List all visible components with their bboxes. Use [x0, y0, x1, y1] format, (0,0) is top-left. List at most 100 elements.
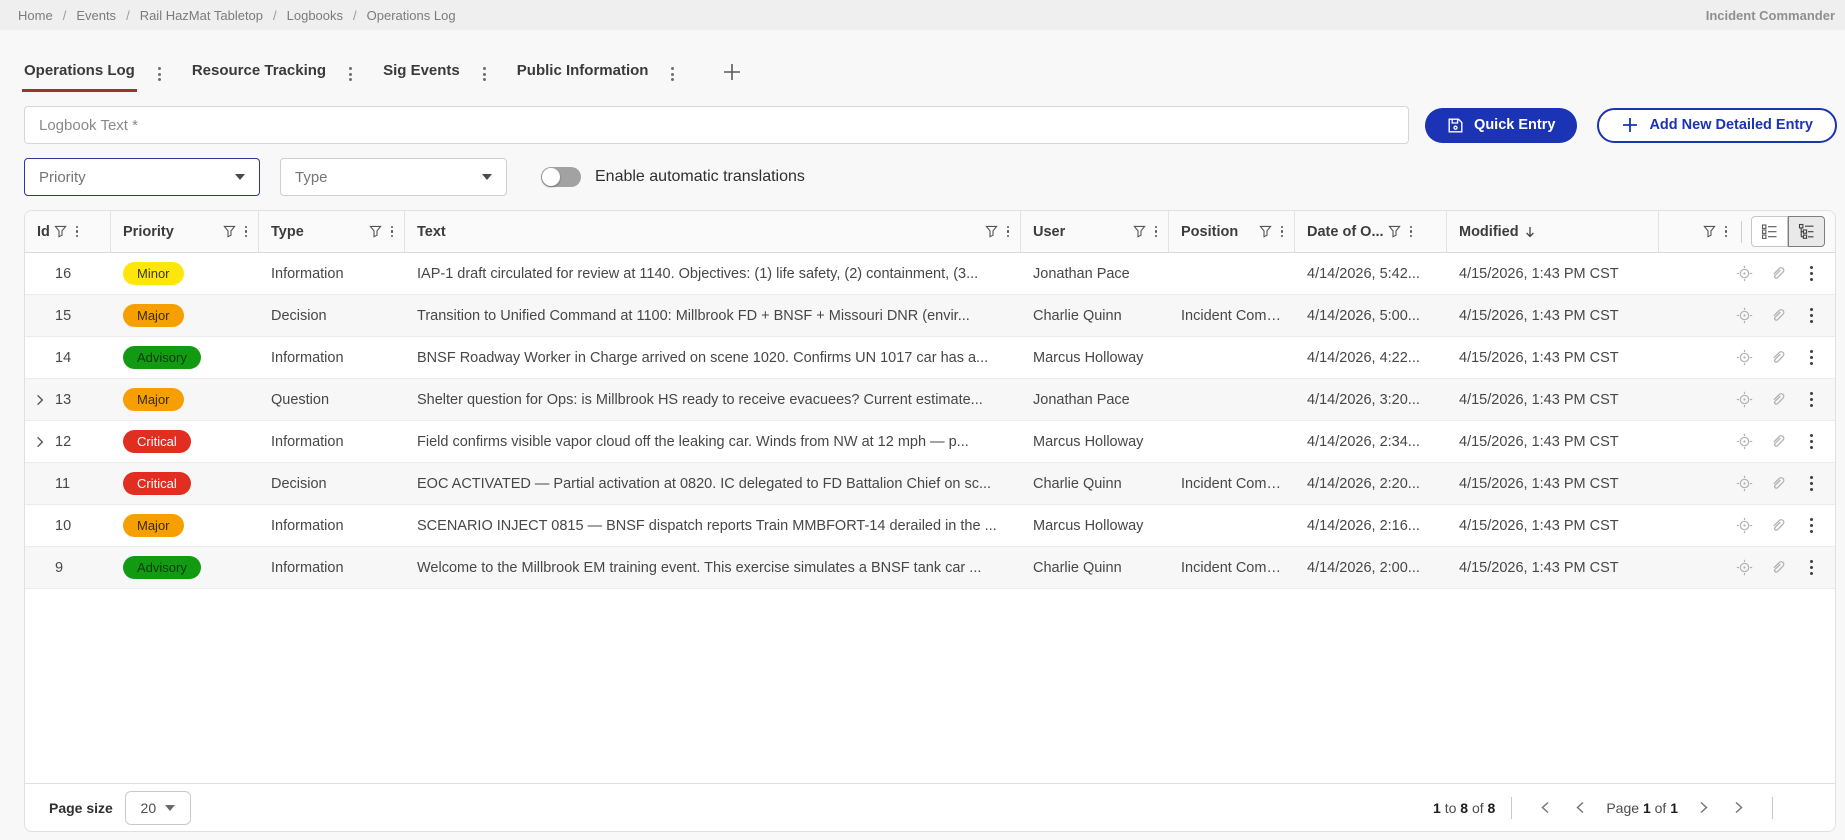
logbook-text-input[interactable]: [24, 106, 1409, 144]
tab-menu-icon[interactable]: [155, 64, 164, 84]
column-header-user[interactable]: User: [1021, 211, 1169, 252]
tab-operations-log[interactable]: Operations Log: [22, 56, 137, 92]
locate-icon[interactable]: [1736, 559, 1753, 576]
column-menu-icon[interactable]: [1276, 222, 1289, 242]
attachment-icon[interactable]: [1770, 475, 1787, 492]
breadcrumb-item[interactable]: Events: [76, 8, 116, 23]
sort-descending-icon: [1519, 221, 1541, 243]
tab-label[interactable]: Resource Tracking: [190, 56, 328, 92]
row-menu-icon[interactable]: [1804, 347, 1819, 369]
row-menu-icon[interactable]: [1804, 557, 1819, 579]
grid-empty-area: [25, 589, 1835, 783]
tab-menu-icon[interactable]: [480, 64, 489, 84]
locate-icon[interactable]: [1736, 307, 1753, 324]
table-row[interactable]: 13 Major Question Shelter question for O…: [25, 379, 1835, 421]
priority-dropdown[interactable]: Priority: [24, 158, 260, 196]
table-row[interactable]: 16 Minor Information IAP-1 draft circula…: [25, 253, 1835, 295]
user-role-label: Incident Commander: [1706, 8, 1835, 23]
column-menu-icon[interactable]: [1150, 222, 1163, 242]
tab-sig-events[interactable]: Sig Events: [381, 56, 462, 92]
column-menu-icon[interactable]: [1405, 222, 1418, 242]
breadcrumb-item[interactable]: Operations Log: [367, 8, 456, 23]
expand-row-icon[interactable]: [32, 434, 47, 449]
locate-icon[interactable]: [1736, 433, 1753, 450]
flat-list-view-button[interactable]: [1751, 216, 1788, 247]
attachment-icon[interactable]: [1770, 307, 1787, 324]
filter-icon[interactable]: [1384, 221, 1405, 242]
row-menu-icon[interactable]: [1804, 305, 1819, 327]
table-row[interactable]: 14 Advisory Information BNSF Roadway Wor…: [25, 337, 1835, 379]
automatic-translations-toggle[interactable]: [541, 167, 581, 187]
column-header-date[interactable]: Date of O...: [1295, 211, 1447, 252]
page-size-dropdown[interactable]: 20: [125, 791, 191, 825]
tab-menu-icon[interactable]: [346, 64, 355, 84]
column-header-text[interactable]: Text: [405, 211, 1021, 252]
filter-icon[interactable]: [365, 221, 386, 242]
locate-icon[interactable]: [1736, 391, 1753, 408]
type-dropdown[interactable]: Type: [280, 158, 507, 196]
filter-icon[interactable]: [981, 221, 1002, 242]
column-header-priority[interactable]: Priority: [111, 211, 259, 252]
tab-label[interactable]: Operations Log: [22, 56, 137, 92]
operations-log-grid: Id Priority Type Text User Position: [24, 210, 1836, 832]
column-menu-icon[interactable]: [1002, 222, 1015, 242]
attachment-icon[interactable]: [1770, 265, 1787, 282]
filter-icon[interactable]: [219, 221, 240, 242]
expand-row-icon[interactable]: [32, 392, 47, 407]
priority-badge: Major: [123, 514, 184, 537]
column-header-id[interactable]: Id: [25, 211, 111, 252]
locate-icon[interactable]: [1736, 349, 1753, 366]
table-row[interactable]: 15 Major Decision Transition to Unified …: [25, 295, 1835, 337]
locate-icon[interactable]: [1736, 265, 1753, 282]
filter-icon[interactable]: [50, 221, 71, 242]
tab-label[interactable]: Public Information: [515, 56, 651, 92]
tree-list-view-button[interactable]: [1788, 216, 1825, 247]
breadcrumb-item[interactable]: Home: [18, 8, 53, 23]
table-row[interactable]: 10 Major Information SCENARIO INJECT 081…: [25, 505, 1835, 547]
chevron-down-icon: [165, 805, 175, 811]
locate-icon[interactable]: [1736, 475, 1753, 492]
table-row[interactable]: 9 Advisory Information Welcome to the Mi…: [25, 547, 1835, 589]
attachment-icon[interactable]: [1770, 559, 1787, 576]
row-menu-icon[interactable]: [1804, 263, 1819, 285]
row-text: EOC ACTIVATED — Partial activation at 08…: [405, 476, 1021, 492]
breadcrumb-item[interactable]: Logbooks: [287, 8, 343, 23]
priority-badge: Advisory: [123, 556, 201, 579]
row-id: 13: [55, 392, 71, 408]
column-menu-icon[interactable]: [71, 222, 84, 242]
breadcrumb-item[interactable]: Rail HazMat Tabletop: [140, 8, 263, 23]
filter-icon[interactable]: [1699, 221, 1720, 242]
first-page-button[interactable]: [1528, 796, 1563, 819]
attachment-icon[interactable]: [1770, 349, 1787, 366]
attachment-icon[interactable]: [1770, 517, 1787, 534]
last-page-button[interactable]: [1721, 796, 1756, 819]
filter-icon[interactable]: [1129, 221, 1150, 242]
attachment-icon[interactable]: [1770, 391, 1787, 408]
row-menu-icon[interactable]: [1804, 473, 1819, 495]
tab-resource-tracking[interactable]: Resource Tracking: [190, 56, 328, 92]
row-user: Charlie Quinn: [1021, 476, 1169, 492]
filter-icon[interactable]: [1255, 221, 1276, 242]
tab-label[interactable]: Sig Events: [381, 56, 462, 92]
next-page-button[interactable]: [1686, 796, 1721, 819]
column-menu-icon[interactable]: [1720, 222, 1733, 242]
row-modified: 4/15/2026, 1:43 PM CST: [1447, 308, 1659, 324]
quick-entry-button[interactable]: Quick Entry: [1425, 108, 1577, 143]
row-menu-icon[interactable]: [1804, 431, 1819, 453]
row-menu-icon[interactable]: [1804, 515, 1819, 537]
attachment-icon[interactable]: [1770, 433, 1787, 450]
tab-menu-icon[interactable]: [668, 64, 677, 84]
previous-page-button[interactable]: [1563, 796, 1598, 819]
column-menu-icon[interactable]: [240, 222, 253, 242]
add-tab-button[interactable]: [721, 61, 743, 87]
add-new-detailed-entry-button[interactable]: Add New Detailed Entry: [1597, 108, 1837, 143]
table-row[interactable]: 12 Critical Information Field confirms v…: [25, 421, 1835, 463]
column-header-modified[interactable]: Modified: [1447, 211, 1659, 252]
table-row[interactable]: 11 Critical Decision EOC ACTIVATED — Par…: [25, 463, 1835, 505]
column-header-position[interactable]: Position: [1169, 211, 1295, 252]
row-menu-icon[interactable]: [1804, 389, 1819, 411]
locate-icon[interactable]: [1736, 517, 1753, 534]
tab-public-information[interactable]: Public Information: [515, 56, 651, 92]
column-menu-icon[interactable]: [386, 222, 399, 242]
column-header-type[interactable]: Type: [259, 211, 405, 252]
